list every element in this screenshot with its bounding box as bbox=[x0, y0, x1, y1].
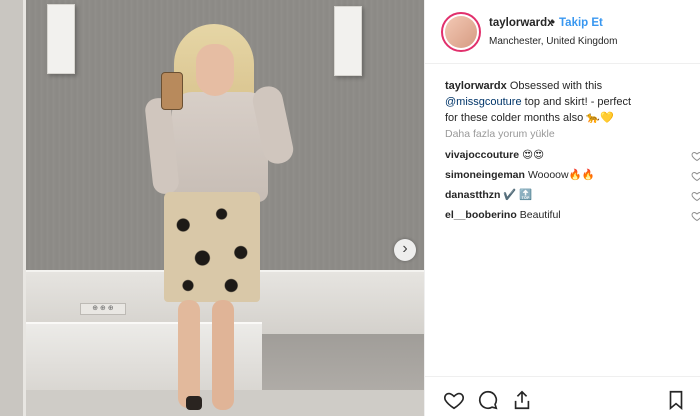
comment-username[interactable]: danastthzn bbox=[445, 189, 500, 201]
caption-username[interactable]: taylorwardx bbox=[445, 80, 507, 92]
caption-text: Obsessed with this bbox=[509, 80, 603, 92]
post-caption: taylorwardx Obsessed with this @missgcou… bbox=[445, 78, 635, 126]
post-location[interactable]: Manchester, United Kingdom bbox=[489, 36, 617, 47]
caption-mention[interactable]: @missgcouture bbox=[445, 96, 522, 108]
wall-outlet: ⊕ ⊕ ⊕ bbox=[80, 303, 126, 315]
share-icon[interactable] bbox=[511, 389, 533, 411]
wall-sconce bbox=[334, 6, 362, 76]
post-actions bbox=[425, 376, 700, 416]
wall-sconce bbox=[47, 4, 75, 74]
post-username[interactable]: taylorwardx bbox=[489, 17, 554, 29]
separator-dot: • bbox=[551, 17, 556, 29]
next-photo-button[interactable]: › bbox=[394, 239, 416, 261]
heart-icon[interactable] bbox=[691, 210, 700, 222]
leopard-skirt bbox=[164, 192, 260, 302]
person-leg bbox=[212, 300, 234, 410]
comment-text: 😍😍 bbox=[522, 149, 545, 161]
comment-text: Beautiful bbox=[519, 209, 561, 221]
avatar[interactable] bbox=[441, 12, 481, 52]
comment-text: Woooow🔥🔥 bbox=[527, 169, 595, 181]
post-photo[interactable]: ⊕ ⊕ ⊕ › bbox=[0, 0, 424, 416]
person-face bbox=[196, 44, 234, 96]
comment-text: ✔️ 🔝 bbox=[503, 189, 533, 201]
chevron-right-icon: › bbox=[402, 240, 408, 257]
comment-username[interactable]: vivajoccouture bbox=[445, 149, 519, 161]
phone bbox=[161, 72, 183, 110]
heart-icon[interactable] bbox=[691, 190, 700, 202]
comment-item: danastthzn ✔️ 🔝 bbox=[445, 187, 700, 207]
comment-item: el__booberino Beautiful bbox=[445, 207, 700, 227]
comment-username[interactable]: simoneingeman bbox=[445, 169, 525, 181]
person-shoe bbox=[186, 396, 202, 410]
mirror-frame bbox=[0, 0, 26, 416]
follow-button[interactable]: Takip Et bbox=[559, 17, 603, 29]
load-more-comments[interactable]: Daha fazla yorum yükle bbox=[445, 128, 555, 140]
comment-item: vivajoccouture 😍😍 bbox=[445, 147, 700, 167]
heart-icon[interactable] bbox=[443, 389, 465, 411]
heart-icon[interactable] bbox=[691, 170, 700, 182]
post-header: taylorwardx • Takip Et Manchester, Unite… bbox=[425, 0, 700, 64]
comment-item: simoneingeman Woooow🔥🔥 bbox=[445, 167, 700, 187]
caption-emoji: 🐆💛 bbox=[586, 112, 614, 124]
post-side-panel: taylorwardx • Takip Et Manchester, Unite… bbox=[424, 0, 700, 416]
comment-icon[interactable] bbox=[477, 389, 499, 411]
bookmark-icon[interactable] bbox=[665, 389, 687, 411]
heart-icon[interactable] bbox=[691, 150, 700, 162]
person-leg bbox=[178, 300, 200, 408]
comment-username[interactable]: el__booberino bbox=[445, 209, 517, 221]
